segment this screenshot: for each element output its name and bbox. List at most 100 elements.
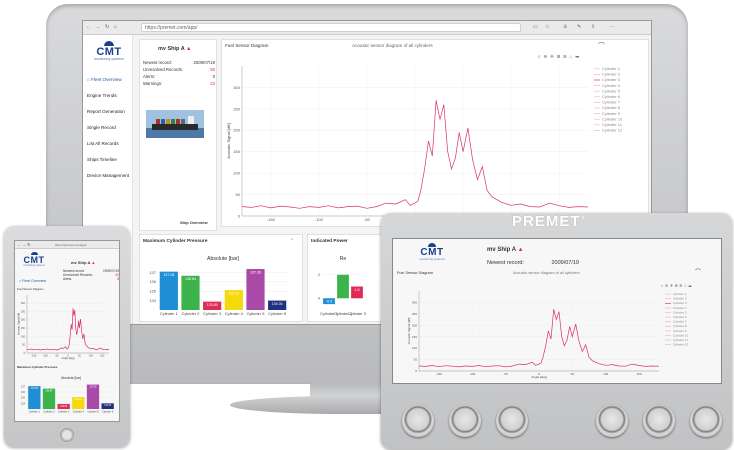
bar-chart-title: Absolute [bar] bbox=[207, 256, 240, 262]
panel-button-2[interactable] bbox=[449, 405, 481, 437]
bar-data-label: 136.64 bbox=[46, 390, 54, 392]
y-tick-label: 135 bbox=[149, 289, 156, 294]
y-tick-label: 50 bbox=[414, 358, 418, 362]
bar-data-label: 137.08 bbox=[31, 388, 39, 390]
bar bbox=[159, 271, 178, 310]
x-tick-label: -50 bbox=[364, 217, 371, 222]
panel-button-5[interactable] bbox=[643, 405, 675, 437]
sidebar-item-engine-trends[interactable]: Engine Trends bbox=[87, 93, 117, 98]
legend-entry: Cylinder 5 bbox=[673, 310, 687, 314]
panel-button-4[interactable] bbox=[596, 405, 628, 437]
x-tick-label: 150 bbox=[636, 372, 641, 376]
panel-button-3[interactable] bbox=[496, 405, 528, 437]
panel-button-6[interactable] bbox=[690, 405, 722, 437]
favorite-star-icon[interactable]: ☆ bbox=[545, 24, 549, 30]
favorites-icon[interactable]: ✰ bbox=[563, 24, 567, 30]
category-label: Cylinder 2 bbox=[181, 311, 200, 316]
x-tick-label: 100 bbox=[603, 372, 608, 376]
bar-data-label: 133.89 bbox=[207, 303, 218, 307]
y-tick-label: 135 bbox=[21, 397, 26, 400]
legend-entry: Cylinder 10 bbox=[602, 116, 623, 121]
legend-entry: Cylinder 2 bbox=[602, 72, 621, 77]
forward-icon[interactable]: → bbox=[95, 24, 100, 30]
x-axis-label: Angle [deg] bbox=[531, 375, 546, 379]
y-tick-label: 200 bbox=[233, 128, 240, 133]
cmt-logo: CMT monitoring systems bbox=[89, 41, 129, 61]
x-tick-label: -150 bbox=[436, 372, 442, 376]
y-tick-label: 134 bbox=[21, 402, 26, 405]
y-tick-label: 2 bbox=[318, 272, 321, 277]
refresh-icon[interactable]: ↻ bbox=[105, 24, 109, 30]
x-tick-label: 50 bbox=[571, 372, 575, 376]
ship-name[interactable]: mv Ship A ▲ bbox=[158, 46, 191, 52]
legend-entry: Cylinder 6 bbox=[602, 94, 621, 99]
x-tick-label: -100 bbox=[315, 217, 324, 222]
legend-entry: Cylinder 9 bbox=[673, 329, 687, 333]
y-tick-label: 136 bbox=[21, 391, 26, 394]
sidebar-item-list-all-records[interactable]: List All Records bbox=[87, 141, 119, 146]
sidebar-item-single-record[interactable]: Single Record bbox=[87, 125, 116, 130]
y-tick-label: 300 bbox=[412, 300, 417, 304]
sidebar-item-device-management[interactable]: Device Management bbox=[87, 173, 129, 178]
y-tick-label: 150 bbox=[233, 149, 240, 154]
y-tick-label: 50 bbox=[236, 192, 241, 197]
bar-data-label: 135.12 bbox=[228, 291, 239, 295]
panel-sensor-chart: 050100150200250300-150 -100 -50 0 50 100 150An… bbox=[407, 291, 689, 379]
home-icon[interactable]: ⌂ bbox=[114, 24, 117, 30]
legend-entry: Cylinder 12 bbox=[602, 128, 623, 133]
category-label: Cylinder 5 bbox=[87, 411, 99, 414]
bar-data-label: 135.12 bbox=[75, 399, 83, 401]
share-icon[interactable]: ⇪ bbox=[591, 24, 595, 30]
bar-data-label: 134.00 bbox=[104, 405, 112, 407]
warning-icon: ▲ bbox=[186, 46, 192, 52]
tablet-pressure-chart: Absolute [bar] 134 135 136 137 137.08 Cylinder… bbox=[21, 376, 115, 414]
sidebar-item-fleet-overview[interactable]: ⌂ Fleet Overview bbox=[87, 77, 122, 82]
legend-entry: Cylinder 4 bbox=[673, 306, 687, 310]
y-tick-label: 300 bbox=[233, 85, 240, 90]
sidebar-item-report-generation[interactable]: Report Generation bbox=[87, 109, 125, 114]
legend-entry: Cylinder 8 bbox=[673, 324, 687, 328]
y-tick-label: 0 bbox=[238, 213, 241, 218]
legend-entry: Cylinder 9 bbox=[602, 111, 621, 116]
pressure-card: Maximum Cylinder Pressure ⌃ Absolute [ba… bbox=[139, 234, 303, 322]
bar bbox=[246, 269, 265, 310]
category-label: Cylinder 3 bbox=[348, 311, 367, 316]
category-label: Cylinder 4 bbox=[225, 311, 244, 316]
x-tick-label: -150 bbox=[267, 217, 276, 222]
more-icon[interactable]: ··· bbox=[609, 24, 614, 30]
back-icon[interactable]: ← bbox=[86, 24, 91, 30]
legend-entry: Cylinder 7 bbox=[673, 320, 687, 324]
address-bar[interactable]: https://premet.com/app/ bbox=[141, 23, 521, 32]
y-tick-label: 0 bbox=[415, 369, 417, 373]
ship-card: mv Ship A ▲ Newest record: 2009/07/19 Unr… bbox=[139, 39, 217, 231]
bar-data-label: 133.89 bbox=[60, 406, 68, 408]
category-label: Cylinder 3 bbox=[58, 411, 70, 414]
tablet-screen: ← → ↻ https://premet.com/app/ CMT monito… bbox=[14, 240, 120, 422]
pen-icon[interactable]: ✎ bbox=[577, 24, 581, 30]
bar-data-label: 137.36 bbox=[250, 270, 261, 274]
bar-data-label: -0.5 bbox=[326, 300, 332, 304]
sensor-card: Fuel Sensor Diagram Acoustic sensor diag… bbox=[221, 39, 649, 227]
legend-entry: Cylinder 2 bbox=[673, 297, 687, 301]
y-tick-label: 100 bbox=[412, 346, 417, 350]
legend-entry: Cylinder 7 bbox=[602, 100, 621, 105]
legend-entry: Cylinder 6 bbox=[673, 315, 687, 319]
ship-photo bbox=[146, 110, 204, 138]
panel-button-1[interactable] bbox=[402, 405, 434, 437]
tablet-home-button[interactable] bbox=[60, 428, 74, 442]
category-label: Cylinder 6 bbox=[102, 411, 114, 414]
browser-toolbar: ← → ↻ ⌂ https://premet.com/app/ ▭ ☆ ✰ ✎ … bbox=[83, 21, 651, 35]
legend-entry: Cylinder 3 bbox=[602, 77, 621, 82]
reading-view-icon[interactable]: ▭ bbox=[533, 24, 538, 30]
category-label: Cylinder 1 bbox=[160, 311, 179, 316]
ship-overview-button[interactable]: Ship Overview bbox=[180, 220, 208, 225]
category-label: Cylinder 2 bbox=[43, 411, 55, 414]
legend-entry: Cylinder 11 bbox=[602, 122, 623, 127]
legend-entry: Cylinder 5 bbox=[602, 88, 621, 93]
x-tick-label: -100 bbox=[469, 372, 475, 376]
legend-entry: Cylinder 4 bbox=[602, 83, 621, 88]
sensor-chart: 050100150200250300-150-100-50050100150An… bbox=[226, 66, 623, 227]
category-label: Cylinder 4 bbox=[73, 411, 85, 414]
legend-entry: Cylinder 1 bbox=[673, 292, 687, 296]
sidebar-item-ships-timeline[interactable]: Ships Timeline bbox=[87, 157, 117, 162]
